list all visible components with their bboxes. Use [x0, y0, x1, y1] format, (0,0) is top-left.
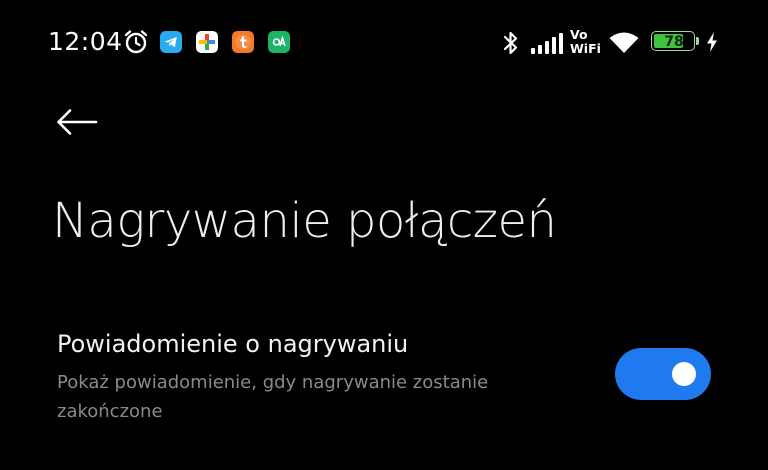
back-button[interactable]: [50, 98, 104, 146]
toggle-knob: [672, 362, 696, 386]
battery-body: 78: [651, 31, 695, 51]
google-workspace-icon: [196, 31, 218, 53]
tumblr-icon: [232, 31, 254, 53]
setting-description: Pokaż powiadomienie, gdy nagrywanie zost…: [57, 372, 489, 422]
alarm-clock-icon: [122, 28, 150, 56]
cyanogen-app-icon: [268, 31, 290, 53]
vowifi-icon: Vo WiFi: [570, 28, 604, 58]
setting-title: Powiadomienie o nagrywaniu: [57, 330, 409, 358]
battery-cap: [696, 37, 699, 45]
status-time: 12:04: [48, 27, 123, 56]
status-bar: 12:04 Vo WiFi 78: [0, 0, 768, 84]
cellular-signal-icon: [530, 33, 566, 55]
telegram-icon: [160, 31, 182, 53]
battery-level: 78: [664, 34, 684, 50]
recording-notification-toggle[interactable]: [615, 348, 711, 400]
arrow-left-icon: [57, 109, 98, 135]
page-title: Nagrywanie połączeń: [52, 193, 557, 249]
charging-bolt-icon: [705, 31, 719, 53]
wifi-icon: [608, 31, 640, 55]
vowifi-line2: WiFi: [570, 40, 601, 56]
vowifi-line1: Vo: [570, 27, 588, 42]
bluetooth-icon: [502, 29, 520, 57]
setting-row-recording-notification[interactable]: Powiadomienie o nagrywaniu Pokaż powiado…: [0, 318, 768, 438]
battery-icon: 78: [651, 31, 703, 53]
